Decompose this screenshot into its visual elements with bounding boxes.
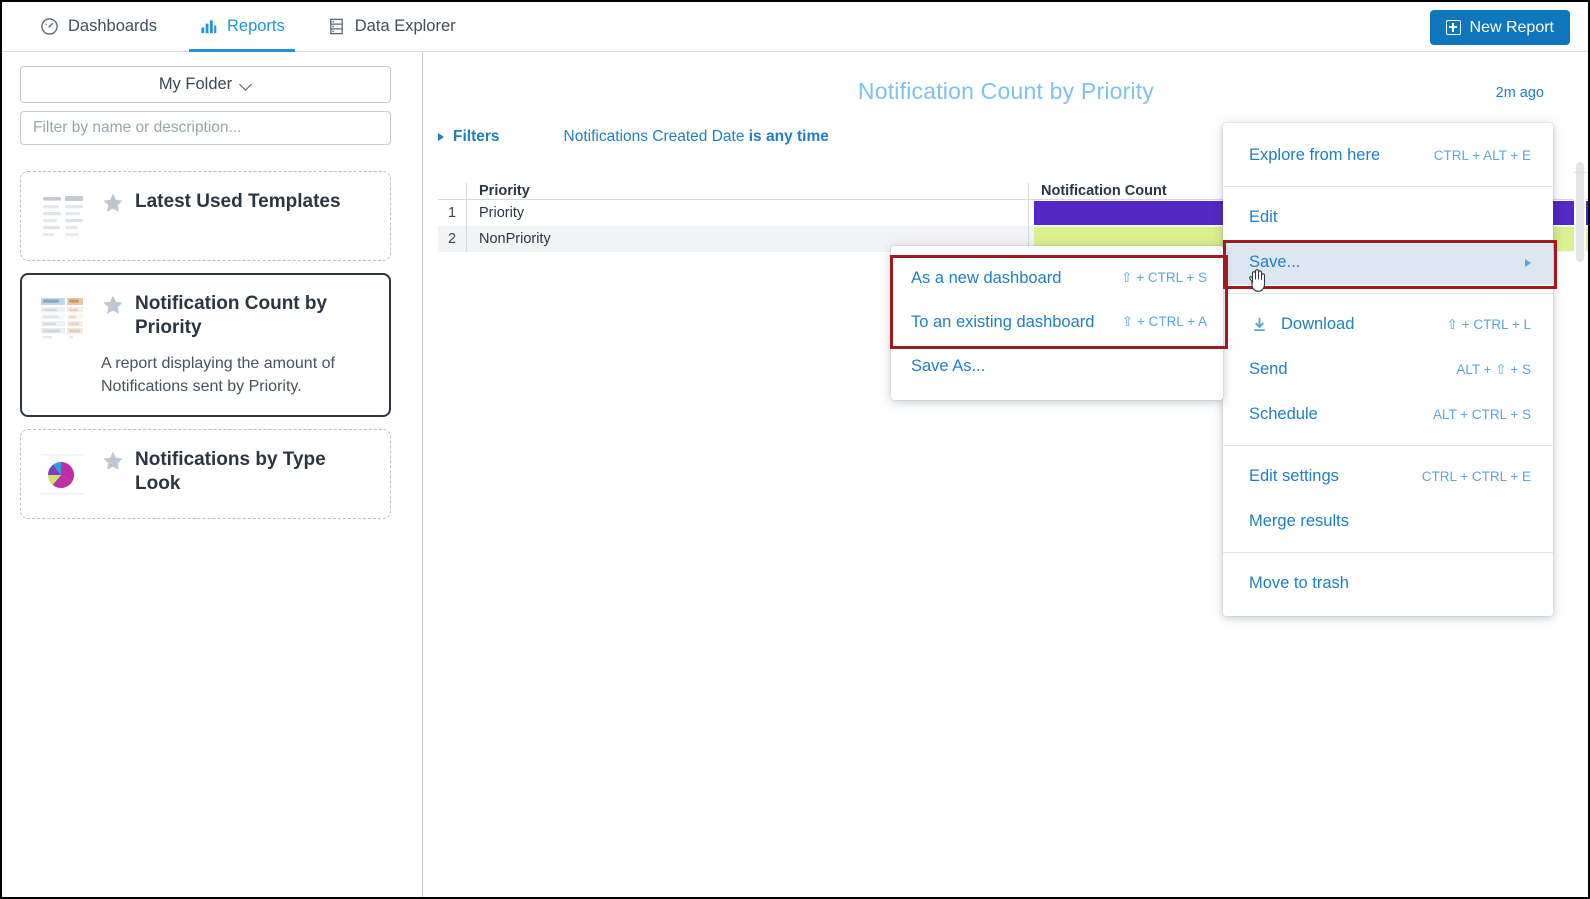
menu-item-download[interactable]: Download ⇧ + CTRL + L — [1223, 302, 1553, 347]
table-thumb-colored-icon — [35, 294, 97, 344]
filter-field-name: Notifications Created Date — [563, 128, 749, 145]
menu-item-as-a-new-dashboard[interactable]: As a new dashboard ⇧ + CTRL + S — [891, 256, 1223, 300]
sidebar: My Folder Filter by name or description.… — [2, 52, 423, 897]
report-card-title-row: Notifications by Type Look — [101, 448, 374, 497]
menu-item-label: Edit settings — [1249, 467, 1339, 485]
report-card-body: Latest Used Templates — [101, 190, 374, 215]
menu-item-shortcut: ⇧ + CTRL + S — [1121, 270, 1207, 285]
menu-item-shortcut: CTRL + CTRL + E — [1421, 469, 1531, 484]
menu-item-label: To an existing dashboard — [911, 312, 1095, 331]
mouse-cursor-pointer — [1246, 267, 1268, 293]
new-report-button[interactable]: New Report — [1429, 10, 1570, 45]
plus-square-icon — [1445, 20, 1461, 35]
app-window: Dashboards Reports Data Explorer New Rep… — [0, 0, 1590, 899]
report-updated-time: 2m ago — [1495, 85, 1544, 101]
report-card-notifications-by-type-look[interactable]: Notifications by Type Look — [20, 429, 391, 519]
star-icon[interactable] — [101, 191, 125, 215]
menu-item-label: As a new dashboard — [911, 268, 1062, 287]
menu-item-label: Edit — [1249, 208, 1278, 226]
menu-item-move-to-trash[interactable]: Move to trash — [1223, 561, 1553, 606]
report-card-title-row: Notification Count by Priority — [101, 292, 374, 341]
menu-item-label: Explore from here — [1249, 146, 1381, 164]
table-header-priority[interactable]: Priority — [466, 183, 1028, 199]
report-card-title: Notification Count by Priority — [135, 293, 328, 339]
menu-item-edit[interactable]: Edit — [1223, 195, 1553, 240]
menu-item-shortcut: ALT + ⇧ + S — [1456, 361, 1531, 377]
tab-dashboards-label: Dashboards — [68, 17, 157, 35]
filter-condition: is any time — [748, 128, 829, 145]
folder-selector[interactable]: My Folder — [20, 66, 391, 103]
menu-item-merge-results[interactable]: Merge results — [1223, 499, 1553, 544]
menu-separator — [1223, 445, 1553, 446]
report-card-title-row: Latest Used Templates — [101, 190, 374, 215]
database-icon — [327, 17, 346, 36]
report-card-title: Notifications by Type Look — [135, 449, 326, 495]
triangle-right-icon — [438, 133, 444, 141]
menu-item-label: Send — [1249, 360, 1288, 378]
filter-description[interactable]: Notifications Created Date is any time — [564, 128, 829, 146]
table-thumb-plain-icon — [35, 192, 97, 242]
filter-bar: Filters Notifications Created Date is an… — [438, 128, 829, 146]
menu-item-shortcut: CTRL + ALT + E — [1433, 148, 1531, 163]
star-icon[interactable] — [101, 293, 125, 317]
page-scrollbar[interactable] — [1574, 54, 1586, 895]
filters-label: Filters — [453, 128, 500, 145]
report-card-list: Latest Used Templates Notification Count… — [20, 171, 404, 519]
menu-item-save[interactable]: Save... — [1223, 240, 1553, 285]
pie-chart-thumb-icon — [35, 450, 97, 500]
nav-tabs: Dashboards Reports Data Explorer — [24, 2, 472, 52]
menu-item-label: Save As... — [911, 356, 986, 375]
menu-separator — [1223, 293, 1553, 294]
menu-item-save-as[interactable]: Save As... — [891, 344, 1223, 388]
caret-right-icon — [1525, 258, 1531, 267]
menu-item-explore-from-here[interactable]: Explore from here CTRL + ALT + E — [1223, 133, 1553, 178]
download-icon — [1251, 316, 1269, 333]
top-navigation-bar: Dashboards Reports Data Explorer New Rep… — [2, 2, 1588, 52]
tab-data-explorer[interactable]: Data Explorer — [311, 2, 472, 52]
menu-item-label: Save... — [1249, 253, 1301, 271]
new-report-label: New Report — [1469, 18, 1554, 36]
tab-reports[interactable]: Reports — [183, 2, 301, 52]
table-row-index: 2 — [447, 231, 457, 247]
menu-separator — [1223, 186, 1553, 187]
report-title: Notification Count by Priority — [857, 78, 1155, 104]
menu-item-to-an-existing-dashboard[interactable]: To an existing dashboard ⇧ + CTRL + A — [891, 300, 1223, 344]
menu-item-schedule[interactable]: Schedule ALT + CTRL + S — [1223, 392, 1553, 437]
scrollbar-divider — [1574, 172, 1586, 173]
menu-item-shortcut: ⇧ + CTRL + L — [1446, 316, 1531, 332]
table-row-index: 1 — [447, 205, 457, 221]
filter-input[interactable] — [20, 111, 391, 145]
menu-item-label: Move to trash — [1249, 574, 1349, 592]
report-card-description: A report displaying the amount of Notifi… — [101, 354, 335, 395]
menu-item-label: Download — [1281, 315, 1355, 333]
report-card-notification-count-by-priority[interactable]: Notification Count by Priority A report … — [20, 273, 391, 417]
menu-item-shortcut: ⇧ + CTRL + A — [1121, 314, 1207, 329]
report-card-title: Latest Used Templates — [135, 191, 341, 212]
folder-selector-label: My Folder — [158, 75, 233, 93]
report-card-latest-used-templates[interactable]: Latest Used Templates — [20, 171, 391, 261]
report-card-body: Notifications by Type Look — [101, 448, 374, 497]
save-submenu: As a new dashboard ⇧ + CTRL + S To an exis… — [891, 246, 1223, 400]
menu-item-label: Schedule — [1249, 405, 1318, 423]
page-scrollbar-thumb[interactable] — [1576, 162, 1584, 262]
bar-chart-icon — [199, 17, 218, 36]
star-icon[interactable] — [101, 449, 125, 473]
chevron-down-icon — [241, 79, 252, 90]
menu-item-label: Merge results — [1249, 512, 1349, 530]
table-cell-priority: Priority — [466, 200, 1028, 226]
filters-toggle[interactable]: Filters — [438, 128, 500, 146]
menu-separator — [1223, 552, 1553, 553]
menu-item-send[interactable]: Send ALT + ⇧ + S — [1223, 347, 1553, 392]
report-actions-menu: Explore from here CTRL + ALT + E Edit Save.… — [1223, 123, 1553, 616]
tab-dashboards[interactable]: Dashboards — [24, 2, 173, 52]
gauge-icon — [40, 17, 59, 36]
tab-reports-label: Reports — [226, 17, 285, 35]
report-card-body: Notification Count by Priority A report … — [101, 292, 374, 398]
tab-data-explorer-label: Data Explorer — [354, 17, 456, 35]
menu-item-shortcut: ALT + CTRL + S — [1432, 407, 1531, 422]
menu-item-edit-settings[interactable]: Edit settings CTRL + CTRL + E — [1223, 454, 1553, 499]
